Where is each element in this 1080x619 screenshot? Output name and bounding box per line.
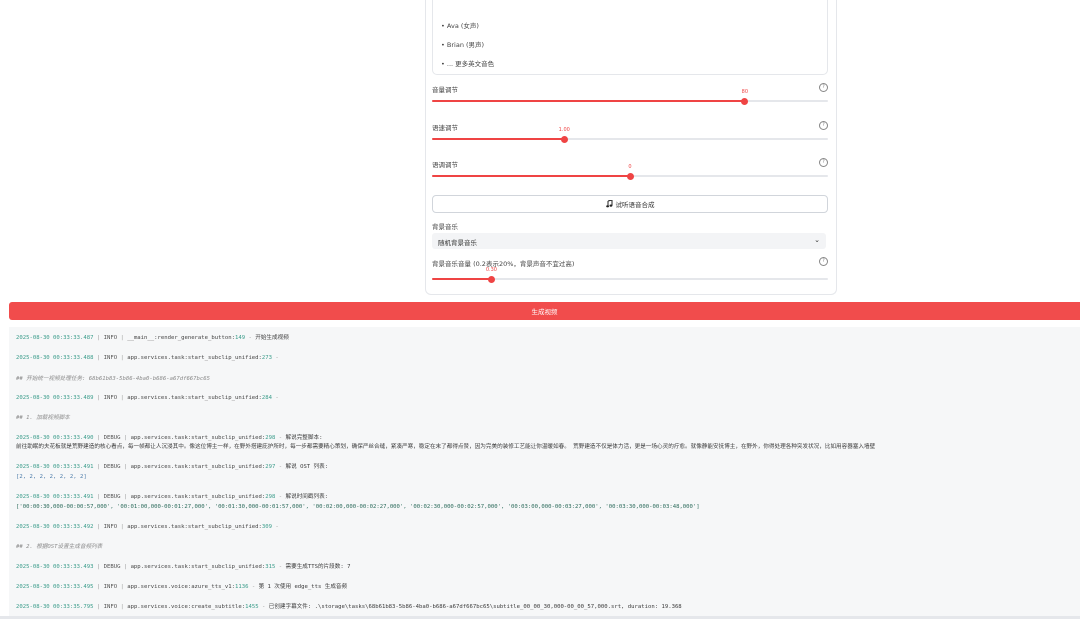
log-line: 2025-08-30 00:33:33.493 | DEBUG | app.se… [16, 564, 351, 570]
speed-label: 语速调节 [432, 124, 458, 132]
volume-label: 音量调节 [432, 86, 458, 94]
log-heading: ## 1. 加载视频脚本 [16, 415, 70, 421]
log-line: 2025-08-30 00:33:33.489 | INFO | app.ser… [16, 395, 279, 401]
volume-slider[interactable]: 80 [432, 89, 828, 105]
pitch-value: 0 [628, 164, 632, 170]
speed-slider-thumb[interactable] [560, 135, 568, 143]
volume-slider-thumb[interactable] [741, 97, 749, 105]
bgm-volume-slider-thumb[interactable] [487, 275, 495, 283]
volume-slider-block: 音量调节 ? 80 [432, 83, 828, 116]
log-array: [2, 2, 2, 2, 2, 2, 2] [16, 474, 87, 480]
pitch-label: 语调调节 [432, 161, 458, 169]
log-line: 2025-08-30 00:33:33.490 | DEBUG | app.se… [16, 435, 323, 441]
bgm-volume-slider-block: 背景音乐音量 (0.2表示20%，背景声音不宜过高) ? 0.30 [432, 257, 828, 290]
bgm-volume-label: 背景音乐音量 (0.2表示20%，背景声音不宜过高) [432, 260, 575, 268]
pitch-slider[interactable]: 0 [432, 164, 828, 180]
log-output[interactable]: 2025-08-30 00:33:33.487 | INFO | __main_… [9, 327, 1080, 619]
log-heading: ## 开始统一视频处理任务: 68b61b83-5b86-4ba0-b686-a… [16, 376, 211, 382]
help-icon[interactable]: ? [819, 257, 828, 266]
log-line: 2025-08-30 00:33:33.492 | INFO | app.ser… [16, 524, 279, 530]
log-array: ['00:00:30,000-00:00:57,000', '00:01:00,… [16, 504, 700, 510]
speed-value: 1.00 [558, 127, 570, 133]
help-icon[interactable]: ? [819, 83, 828, 92]
voice-list: • Ava (女声) • Brian (男声) • ... 更多英文音色 [432, 0, 828, 75]
log-line: 2025-08-30 00:33:35.795 | INFO | app.ser… [16, 604, 682, 610]
pitch-slider-thumb[interactable] [626, 172, 634, 180]
voice-item-brian: • Brian (男声) [441, 41, 485, 49]
log-heading: ## 2. 根据OST设置生成音频列表 [16, 544, 103, 550]
chevron-down-icon: ⌄ [814, 236, 820, 244]
bgm-volume-value: 0.30 [485, 267, 497, 273]
log-line: 2025-08-30 00:33:33.491 | DEBUG | app.se… [16, 494, 329, 500]
music-note-icon [605, 200, 612, 208]
generate-video-label: 生成视频 [531, 308, 558, 316]
test-voice-button[interactable]: 试听语音合成 [432, 195, 828, 213]
help-icon[interactable]: ? [819, 158, 828, 167]
bgm-label: 背景音乐 [432, 223, 458, 231]
bgm-selected: 随机背景音乐 [438, 239, 477, 247]
log-line: 2025-08-30 00:33:33.487 | INFO | __main_… [16, 335, 289, 341]
voice-item-ava: • Ava (女声) [441, 22, 479, 30]
bgm-select[interactable]: 随机背景音乐 ⌄ [432, 233, 826, 249]
speed-slider-block: 语速调节 ? 1.00 [432, 121, 828, 154]
speed-slider[interactable]: 1.00 [432, 127, 828, 143]
help-icon[interactable]: ? [819, 121, 828, 130]
log-line: 2025-08-30 00:33:33.488 | INFO | app.ser… [16, 355, 279, 361]
bgm-volume-slider[interactable]: 0.30 [432, 267, 828, 283]
voice-item-more: • ... 更多英文音色 [441, 60, 495, 68]
generate-video-button[interactable]: 生成视频 [9, 302, 1080, 320]
log-line: 2025-08-30 00:33:33.495 | INFO | app.ser… [16, 584, 348, 590]
log-text: 前往助眠的夫花板就是荒野建造的核心看点，每一帧都让人沉浸其中。像这位博主一样，在… [16, 444, 876, 450]
volume-value: 80 [741, 89, 749, 95]
pitch-slider-block: 语调调节 ? 0 [432, 158, 828, 191]
log-line: 2025-08-30 00:33:33.491 | DEBUG | app.se… [16, 464, 329, 470]
test-voice-label: 试听语音合成 [615, 201, 655, 209]
